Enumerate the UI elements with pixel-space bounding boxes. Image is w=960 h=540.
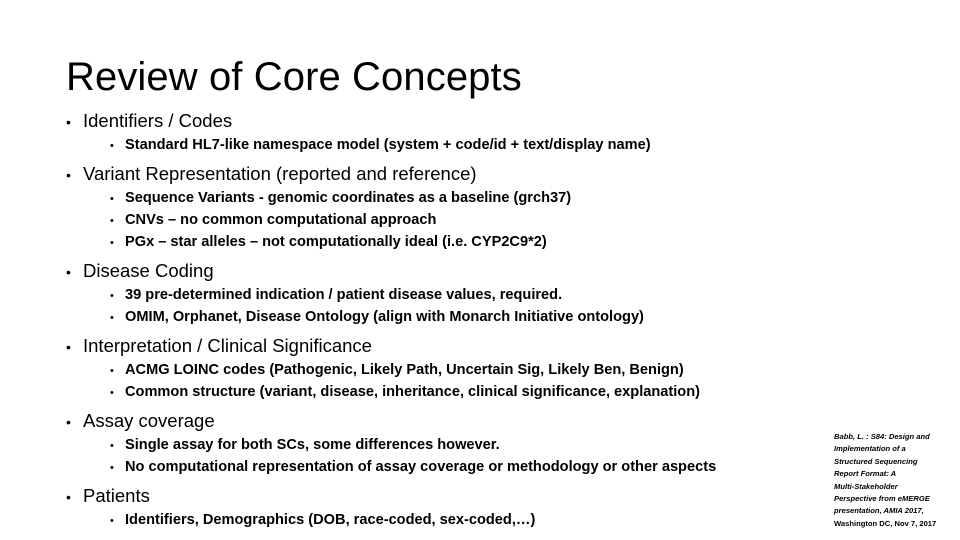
bullet-group: • Identifiers / Codes • Standard HL7-like n… bbox=[66, 104, 766, 157]
bullet-level1-label: Assay coverage bbox=[83, 410, 215, 431]
citation-line: Babb, L. : S84: Design and bbox=[834, 432, 930, 441]
bullet-level2: • Sequence Variants - genomic coordinates… bbox=[110, 188, 766, 210]
bullet-level2: • No computational representation of assa… bbox=[110, 457, 766, 479]
bullet-level1: • Patients bbox=[66, 479, 766, 510]
bullet-dot-icon: • bbox=[110, 365, 114, 377]
bullet-level2-label: Sequence Variants - genomic coordinates … bbox=[125, 190, 572, 206]
bullet-group: • Assay coverage • Single assay for both SC… bbox=[66, 404, 766, 479]
bullet-dot-icon: • bbox=[110, 290, 114, 302]
bullet-dot-icon: • bbox=[110, 237, 114, 249]
bullet-level1: • Identifiers / Codes bbox=[66, 104, 766, 135]
citation-line: Washington DC, Nov 7, 2017 bbox=[834, 518, 937, 528]
presentation-slide: Review of Core Concepts • Identifiers / C… bbox=[0, 0, 960, 540]
bullet-level1-label: Identifiers / Codes bbox=[83, 110, 233, 131]
bullet-level1: • Interpretation / Clinical Significance bbox=[66, 329, 766, 360]
bullet-dot-icon: • bbox=[66, 167, 71, 183]
citation-line: Multi-Stakeholder bbox=[834, 481, 898, 491]
bullet-level1-label: Patients bbox=[83, 485, 150, 506]
bullet-level2-label: Standard HL7-like namespace model (syste… bbox=[125, 137, 651, 153]
bullet-level1: • Disease Coding bbox=[66, 254, 766, 285]
bullet-level2-label: 39 pre-determined indication / patient d… bbox=[125, 287, 563, 303]
bullet-group: • Disease Coding • 39 pre-determined indica… bbox=[66, 254, 766, 329]
bullet-level2: • PGx – star alleles – not computationall… bbox=[110, 232, 766, 254]
bullet-dot-icon: • bbox=[110, 215, 114, 227]
bullet-level2: • ACMG LOINC codes (Pathogenic, Likely Pa… bbox=[110, 360, 766, 382]
bullet-level2: • Common structure (variant, disease, inh… bbox=[110, 382, 766, 404]
bullet-level2: • CNVs – no common computational approach bbox=[110, 210, 766, 232]
bullet-level1: • Assay coverage bbox=[66, 404, 766, 435]
bullet-group: • Variant Representation (reported and re… bbox=[66, 157, 766, 254]
bullet-level2-label: OMIM, Orphanet, Disease Ontology (align … bbox=[125, 309, 644, 325]
bullet-level1-label: Interpretation / Clinical Significance bbox=[83, 335, 372, 356]
bullet-dot-icon: • bbox=[66, 414, 71, 430]
bullet-level2-label: Common structure (variant, disease, inhe… bbox=[125, 384, 700, 400]
bullet-level2-label: PGx – star alleles – not computationally… bbox=[125, 234, 547, 250]
bullet-list: • Identifiers / Codes • Standard HL7-like n… bbox=[66, 104, 766, 532]
bullet-group: • Interpretation / Clinical Significance •… bbox=[66, 329, 766, 404]
bullet-level2-label: ACMG LOINC codes (Pathogenic, Likely Pat… bbox=[125, 362, 684, 378]
bullet-level2: • Standard HL7-like namespace model (syst… bbox=[110, 135, 766, 157]
page-title: Review of Core Concepts bbox=[66, 55, 522, 99]
bullet-level2-label: No computational representation of assay… bbox=[125, 459, 717, 475]
bullet-level1-label: Disease Coding bbox=[83, 260, 214, 281]
bullet-dot-icon: • bbox=[66, 264, 71, 280]
bullet-level2: • OMIM, Orphanet, Disease Ontology (align… bbox=[110, 307, 766, 329]
citation-line: Perspective from eMERGE bbox=[834, 494, 930, 504]
bullet-level1-label: Variant Representation (reported and ref… bbox=[83, 163, 477, 184]
bullet-dot-icon: • bbox=[110, 312, 114, 324]
bullet-dot-icon: • bbox=[110, 140, 114, 152]
citation-line: Structured Sequencing bbox=[834, 456, 918, 466]
bullet-dot-icon: • bbox=[110, 462, 114, 474]
bullet-level2: • Identifiers, Demographics (DOB, race-co… bbox=[110, 510, 766, 532]
citation-block: Babb, L. : S84: Design and Implementation… bbox=[834, 431, 952, 530]
bullet-dot-icon: • bbox=[66, 339, 71, 355]
bullet-level2: • 39 pre-determined indication / patient … bbox=[110, 285, 766, 307]
bullet-dot-icon: • bbox=[66, 489, 71, 505]
bullet-level2-label: CNVs – no common computational approach bbox=[125, 212, 437, 228]
citation-line: Report Format: A bbox=[834, 469, 897, 479]
bullet-level2: • Single assay for both SCs, some differe… bbox=[110, 435, 766, 457]
bullet-dot-icon: • bbox=[110, 440, 114, 452]
bullet-dot-icon: • bbox=[110, 193, 114, 205]
citation-line: Implementation of a bbox=[834, 444, 906, 454]
bullet-level2-label: Identifiers, Demographics (DOB, race-cod… bbox=[125, 512, 536, 528]
bullet-dot-icon: • bbox=[66, 114, 71, 130]
bullet-dot-icon: • bbox=[110, 515, 114, 527]
bullet-level1: • Variant Representation (reported and re… bbox=[66, 157, 766, 188]
bullet-level2-label: Single assay for both SCs, some differen… bbox=[125, 437, 500, 453]
citation-line: presentation, AMIA 2017, bbox=[834, 506, 924, 516]
bullet-dot-icon: • bbox=[110, 387, 114, 399]
bullet-group: • Patients • Identifiers, Demographics (DOB… bbox=[66, 479, 766, 532]
